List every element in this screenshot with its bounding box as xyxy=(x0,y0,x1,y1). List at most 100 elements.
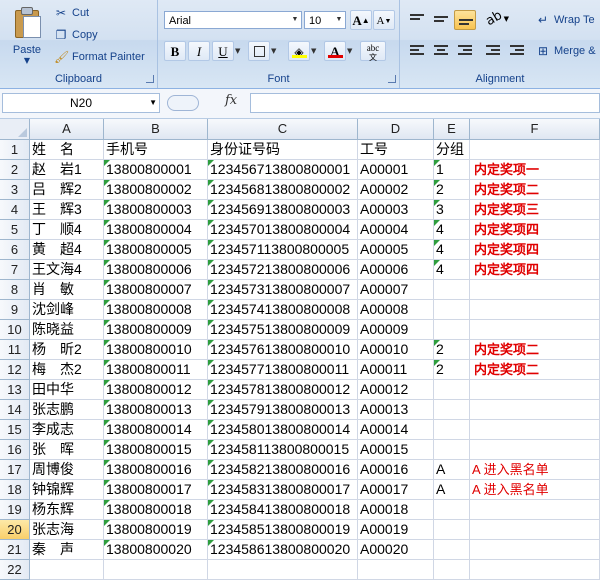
row-header[interactable]: 1 xyxy=(0,140,30,160)
cell-f13[interactable] xyxy=(470,380,600,400)
column-header-d[interactable]: D xyxy=(358,119,434,140)
cell-c2[interactable]: 123456713800800001 xyxy=(208,160,358,180)
font-color-button[interactable]: A xyxy=(324,41,346,61)
row-header[interactable]: 12 xyxy=(0,360,30,380)
cell-d12[interactable]: A00011 xyxy=(358,360,434,380)
cell-d2[interactable]: A00001 xyxy=(358,160,434,180)
cell-c15[interactable]: 123458013800800014 xyxy=(208,420,358,440)
cell-e19[interactable] xyxy=(434,500,470,520)
cell-d4[interactable]: A00003 xyxy=(358,200,434,220)
cell-e5[interactable]: 4 xyxy=(434,220,470,240)
row-header[interactable]: 17 xyxy=(0,460,30,480)
cell-a6[interactable]: 黄 超4 xyxy=(30,240,104,260)
align-bottom-button[interactable] xyxy=(454,10,476,30)
cell-c13[interactable]: 123457813800800012 xyxy=(208,380,358,400)
cell-f9[interactable] xyxy=(470,300,600,320)
shrink-font-button[interactable]: A▼ xyxy=(373,10,395,30)
align-left-button[interactable] xyxy=(406,41,428,61)
cell-b19[interactable]: 13800800018 xyxy=(104,500,208,520)
row-header[interactable]: 7 xyxy=(0,260,30,280)
cell-e2[interactable]: 1 xyxy=(434,160,470,180)
cell-d21[interactable]: A00020 xyxy=(358,540,434,560)
increase-indent-button[interactable] xyxy=(506,41,528,61)
cell-c12[interactable]: 123457713800800011 xyxy=(208,360,358,380)
cell-d15[interactable]: A00014 xyxy=(358,420,434,440)
cell-e7[interactable]: 4 xyxy=(434,260,470,280)
cell-c6[interactable]: 123457113800800005 xyxy=(208,240,358,260)
cell-f1[interactable] xyxy=(470,140,600,160)
cell-a18[interactable]: 钟锦辉 xyxy=(30,480,104,500)
cell-d7[interactable]: A00006 xyxy=(358,260,434,280)
row-header[interactable]: 21 xyxy=(0,540,30,560)
cell-d5[interactable]: A00004 xyxy=(358,220,434,240)
cell-c21[interactable]: 123458613800800020 xyxy=(208,540,358,560)
cell-e17[interactable]: A xyxy=(434,460,470,480)
cell-d3[interactable]: A00002 xyxy=(358,180,434,200)
cell-c17[interactable]: 123458213800800016 xyxy=(208,460,358,480)
cell-b10[interactable]: 13800800009 xyxy=(104,320,208,340)
cell-c22[interactable] xyxy=(208,560,358,580)
cell-f17[interactable]: A 进入黑名单 xyxy=(470,460,600,480)
cell-d8[interactable]: A00007 xyxy=(358,280,434,300)
underline-button[interactable]: U xyxy=(212,41,234,61)
cell-a17[interactable]: 周博俊 xyxy=(30,460,104,480)
cell-f11[interactable]: 内定奖项二 xyxy=(470,340,600,360)
cell-f19[interactable] xyxy=(470,500,600,520)
cell-f12[interactable]: 内定奖项二 xyxy=(470,360,600,380)
cell-f18[interactable]: A 进入黑名单 xyxy=(470,480,600,500)
row-header[interactable]: 14 xyxy=(0,400,30,420)
cell-d9[interactable]: A00008 xyxy=(358,300,434,320)
cell-e16[interactable] xyxy=(434,440,470,460)
cell-d16[interactable]: A00015 xyxy=(358,440,434,460)
fill-color-button[interactable]: ◈ xyxy=(288,41,310,61)
chevron-down-icon[interactable]: ▼ xyxy=(311,41,320,61)
cell-a5[interactable]: 丁 顺4 xyxy=(30,220,104,240)
cell-a15[interactable]: 李成志 xyxy=(30,420,104,440)
cell-d22[interactable] xyxy=(358,560,434,580)
cell-b5[interactable]: 13800800004 xyxy=(104,220,208,240)
insert-function-button[interactable]: fx xyxy=(225,93,237,108)
cell-e22[interactable] xyxy=(434,560,470,580)
cell-b15[interactable]: 13800800014 xyxy=(104,420,208,440)
cell-a12[interactable]: 梅 杰2 xyxy=(30,360,104,380)
row-header[interactable]: 5 xyxy=(0,220,30,240)
row-header[interactable]: 11 xyxy=(0,340,30,360)
formula-resize-handle[interactable] xyxy=(167,95,199,111)
row-header[interactable]: 15 xyxy=(0,420,30,440)
cell-e11[interactable]: 2 xyxy=(434,340,470,360)
chevron-down-icon[interactable]: ▼ xyxy=(149,94,157,112)
cell-e18[interactable]: A xyxy=(434,480,470,500)
cell-f5[interactable]: 内定奖项四 xyxy=(470,220,600,240)
cell-b21[interactable]: 13800800020 xyxy=(104,540,208,560)
cell-e6[interactable]: 4 xyxy=(434,240,470,260)
cell-c9[interactable]: 123457413800800008 xyxy=(208,300,358,320)
worksheet-grid[interactable]: ABCDEF1姓 名手机号 身份证号码 工号 分组 2 赵 岩1 13800800001 12… xyxy=(0,119,600,584)
row-header[interactable]: 8 xyxy=(0,280,30,300)
cell-b4[interactable]: 13800800003 xyxy=(104,200,208,220)
cell-a16[interactable]: 张 晖 xyxy=(30,440,104,460)
cell-e12[interactable]: 2 xyxy=(434,360,470,380)
align-middle-button[interactable] xyxy=(430,10,452,30)
chevron-down-icon[interactable]: ▼ xyxy=(235,41,244,61)
cell-c5[interactable]: 123457013800800004 xyxy=(208,220,358,240)
cell-b6[interactable]: 13800800005 xyxy=(104,240,208,260)
cell-d20[interactable]: A00019 xyxy=(358,520,434,540)
cell-b17[interactable]: 13800800016 xyxy=(104,460,208,480)
cell-e1[interactable]: 分组 xyxy=(434,140,470,160)
chevron-down-icon[interactable]: ▼ xyxy=(347,41,356,61)
cell-b1[interactable]: 手机号 xyxy=(104,140,208,160)
cell-b18[interactable]: 13800800017 xyxy=(104,480,208,500)
select-all-button[interactable] xyxy=(0,119,30,140)
cell-c10[interactable]: 123457513800800009 xyxy=(208,320,358,340)
row-header[interactable]: 13 xyxy=(0,380,30,400)
cell-b22[interactable] xyxy=(104,560,208,580)
cell-b12[interactable]: 13800800011 xyxy=(104,360,208,380)
cell-d1[interactable]: 工号 xyxy=(358,140,434,160)
cell-b16[interactable]: 13800800015 xyxy=(104,440,208,460)
cell-a2[interactable]: 赵 岩1 xyxy=(30,160,104,180)
row-header[interactable]: 3 xyxy=(0,180,30,200)
cell-c18[interactable]: 123458313800800017 xyxy=(208,480,358,500)
cell-e14[interactable] xyxy=(434,400,470,420)
cell-a13[interactable]: 田中华 xyxy=(30,380,104,400)
cell-d10[interactable]: A00009 xyxy=(358,320,434,340)
